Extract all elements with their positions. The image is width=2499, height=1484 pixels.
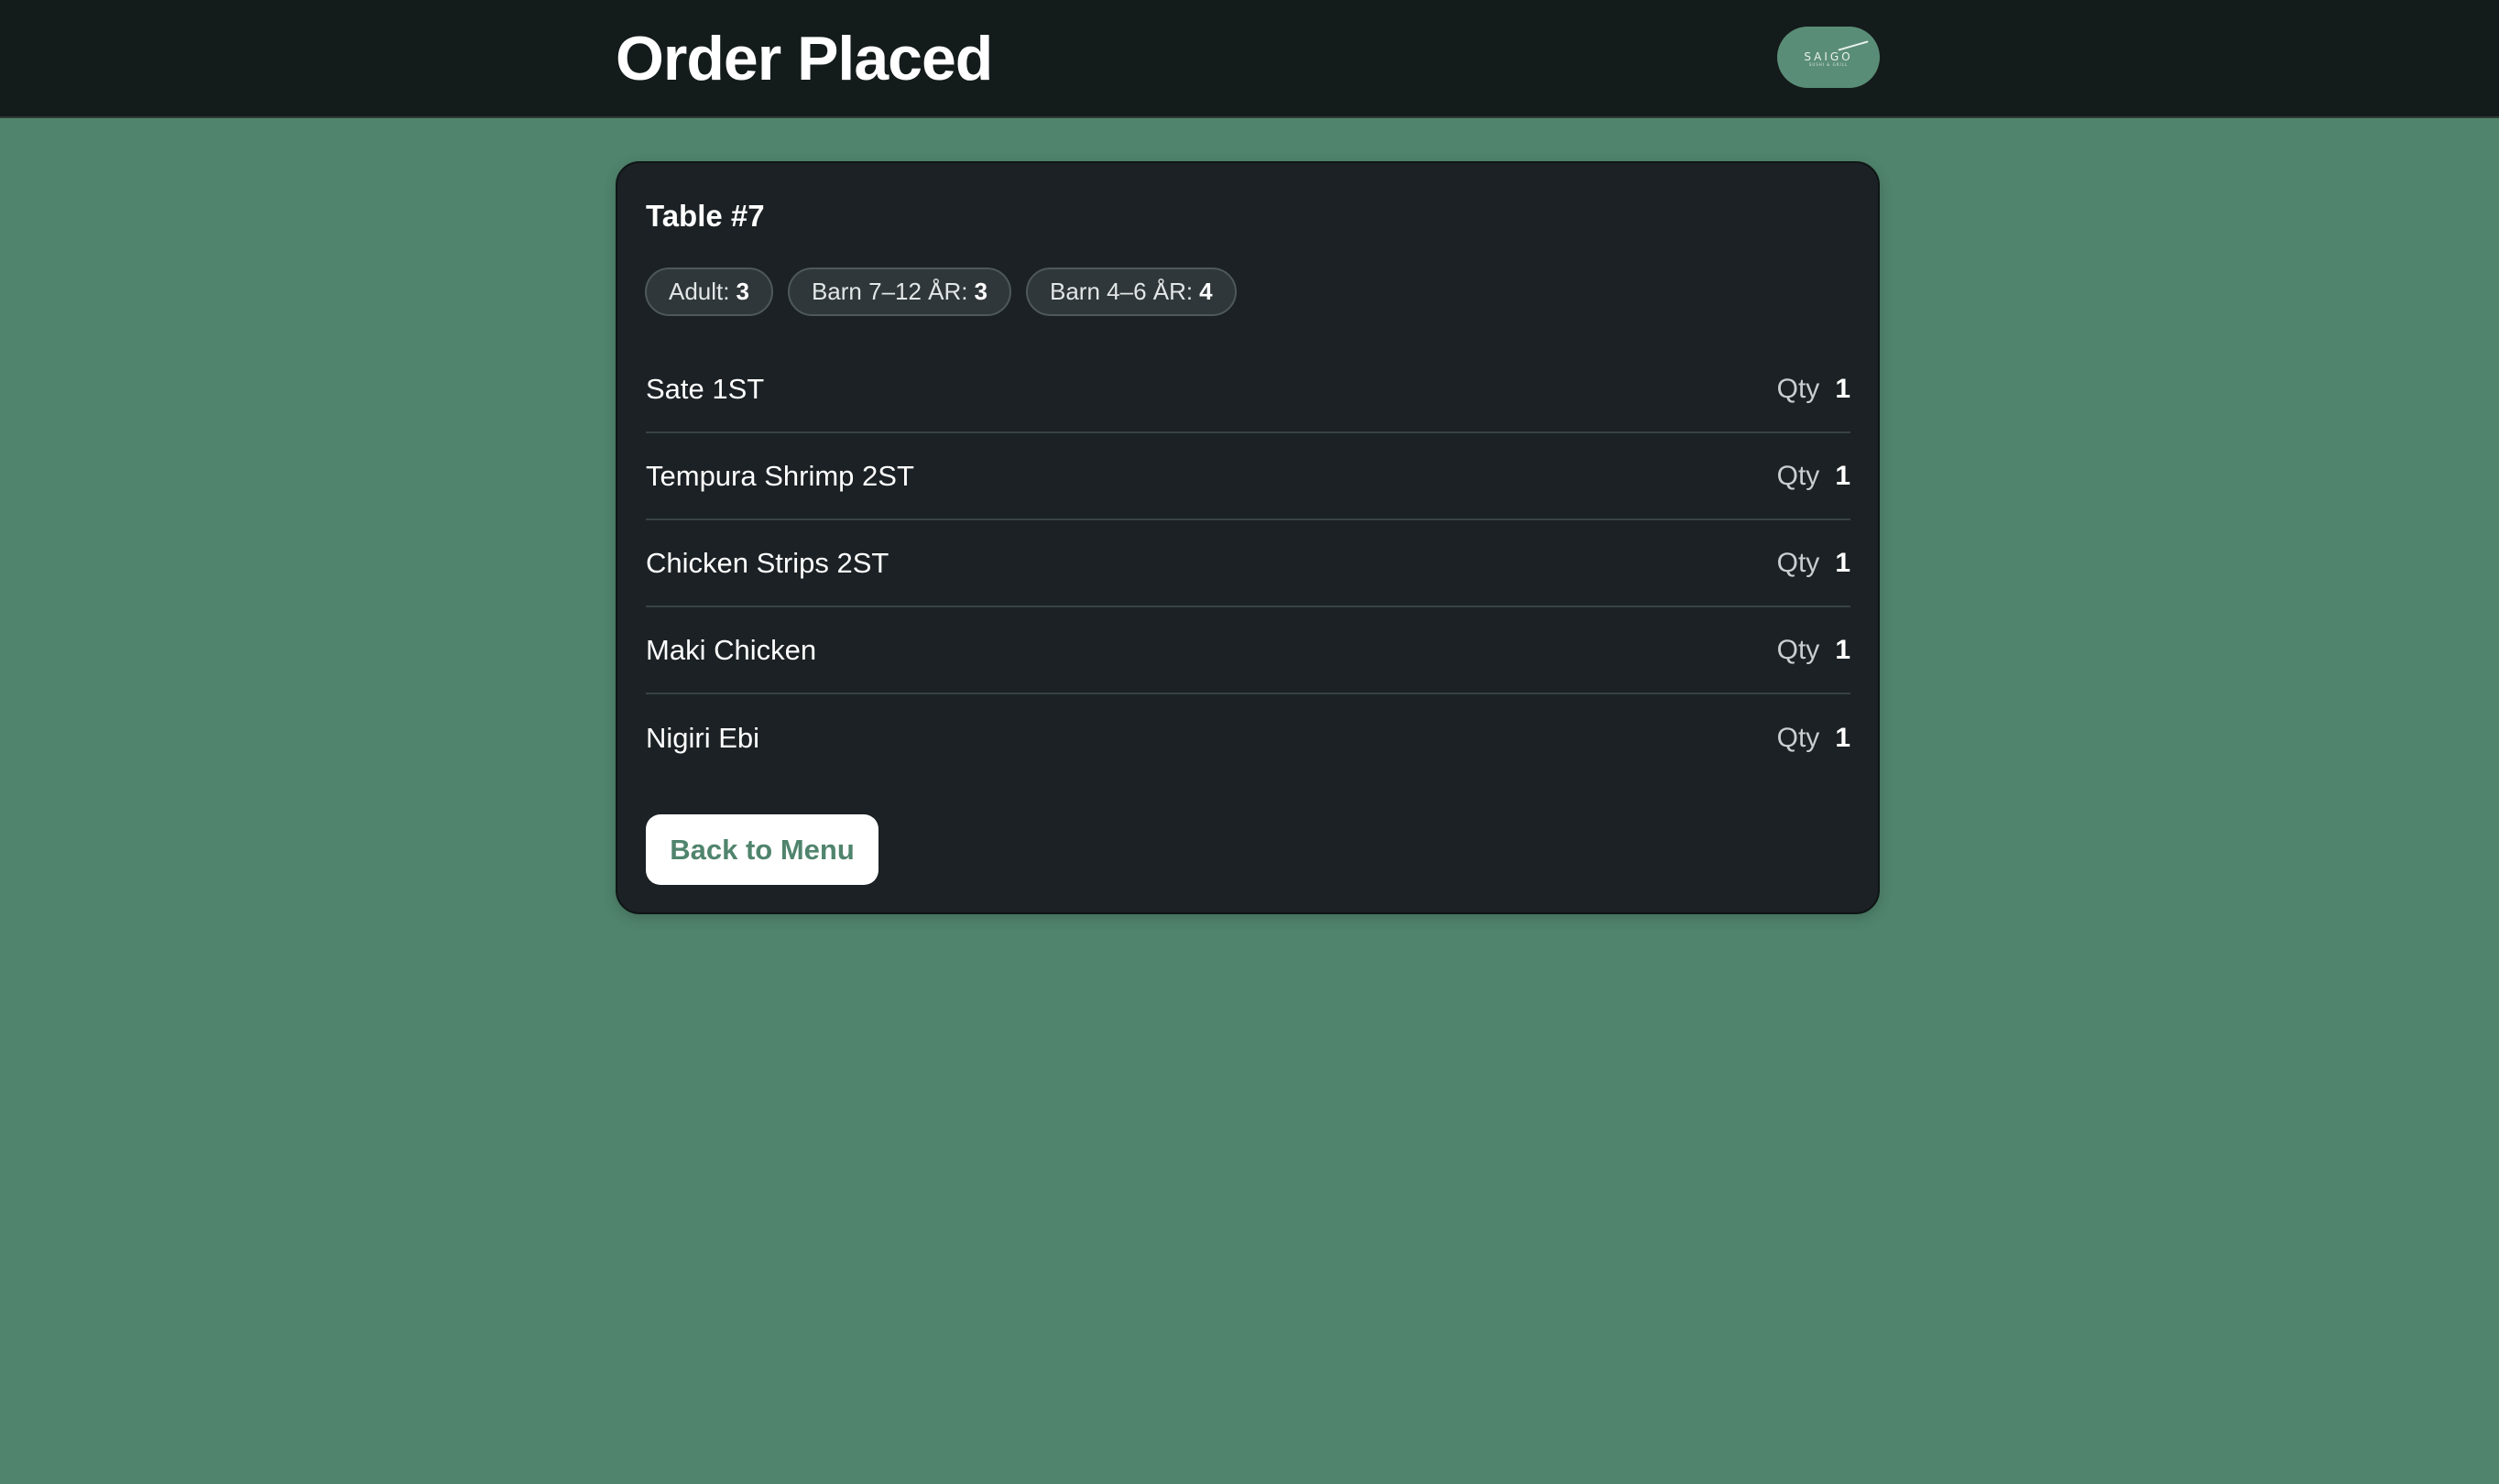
guest-chip-count: 4 <box>1199 278 1213 305</box>
table-title: Table #7 <box>646 199 765 233</box>
guest-chip-count: 3 <box>974 278 988 305</box>
chopstick-icon <box>1838 40 1869 51</box>
guest-chip-count: 3 <box>736 278 749 305</box>
restaurant-logo[interactable]: SAIGO SUSHI & GRILL <box>1777 27 1880 88</box>
guest-chip-label: Adult: <box>669 278 730 305</box>
qty-value: 1 <box>1835 722 1850 753</box>
order-item-qty: Qty 1 <box>1777 635 1850 666</box>
qty-value: 1 <box>1835 460 1850 491</box>
page-title: Order Placed <box>616 24 993 93</box>
top-bar: Order Placed SAIGO SUSHI & GRILL <box>0 0 2499 118</box>
order-item-row: Chicken Strips 2ST Qty 1 <box>646 520 1850 607</box>
guest-count-chips: Adult: 3 Barn 7–12 ÅR: 3 Barn 4–6 ÅR: 4 <box>645 267 1237 316</box>
guest-chip-barn-7-12: Barn 7–12 ÅR: 3 <box>787 267 1011 316</box>
qty-value: 1 <box>1835 373 1850 404</box>
order-summary-card: Table #7 Adult: 3 Barn 7–12 ÅR: 3 Barn 4… <box>616 161 1880 914</box>
qty-label: Qty <box>1776 373 1820 404</box>
qty-label: Qty <box>1776 547 1820 578</box>
order-item-qty: Qty 1 <box>1777 461 1850 492</box>
guest-chip-label: Barn 4–6 ÅR: <box>1050 278 1194 305</box>
logo-subtext: SUSHI & GRILL <box>1808 62 1849 67</box>
guest-chip-adult: Adult: 3 <box>645 267 773 316</box>
order-item-name: Tempura Shrimp 2ST <box>646 459 914 492</box>
logo-text: SAIGO <box>1804 50 1853 63</box>
qty-label: Qty <box>1776 722 1820 753</box>
order-item-qty: Qty 1 <box>1777 723 1850 754</box>
order-item-row: Tempura Shrimp 2ST Qty 1 <box>646 433 1850 520</box>
order-item-row: Maki Chicken Qty 1 <box>646 607 1850 694</box>
order-item-name: Chicken Strips 2ST <box>646 546 889 579</box>
qty-label: Qty <box>1776 460 1820 491</box>
qty-label: Qty <box>1776 634 1820 665</box>
qty-value: 1 <box>1835 547 1850 578</box>
back-to-menu-button[interactable]: Back to Menu <box>646 814 878 885</box>
order-item-name: Maki Chicken <box>646 633 817 666</box>
order-item-name: Nigiri Ebi <box>646 721 760 754</box>
guest-chip-label: Barn 7–12 ÅR: <box>811 278 968 305</box>
order-item-name: Sate 1ST <box>646 372 765 405</box>
order-item-qty: Qty 1 <box>1777 548 1850 579</box>
order-item-qty: Qty 1 <box>1777 374 1850 405</box>
guest-chip-barn-4-6: Barn 4–6 ÅR: 4 <box>1026 267 1237 316</box>
order-item-row: Sate 1ST Qty 1 <box>646 346 1850 433</box>
order-item-row: Nigiri Ebi Qty 1 <box>646 694 1850 781</box>
qty-value: 1 <box>1835 634 1850 665</box>
order-item-list: Sate 1ST Qty 1 Tempura Shrimp 2ST Qty 1 … <box>646 346 1850 781</box>
